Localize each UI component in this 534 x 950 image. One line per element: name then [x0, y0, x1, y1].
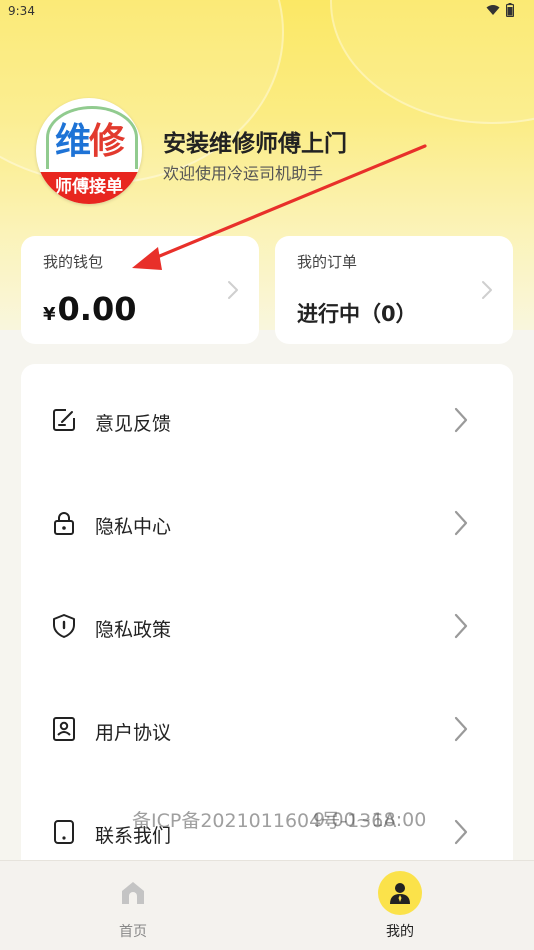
wallet-card[interactable]: 我的钱包 ¥0.00 [21, 236, 259, 344]
chevron-right-icon [482, 281, 492, 299]
avatar-logo-text: 维修 [54, 121, 125, 162]
orders-card[interactable]: 我的订单 进行中（0） [275, 236, 513, 344]
phone-icon [54, 820, 74, 844]
lock-icon [54, 512, 74, 535]
chevron-right-icon [454, 407, 468, 433]
menu-item-label: 隐私中心 [95, 516, 172, 538]
feedback-edit-icon [53, 409, 75, 431]
tab-label: 首页 [119, 924, 147, 940]
wifi-icon [486, 5, 500, 15]
avatar-banner: 师傅接单 [36, 172, 142, 204]
avatar[interactable]: 维修 师傅接单 [36, 98, 142, 204]
chevron-right-icon [454, 716, 468, 742]
user-profile-icon [390, 883, 410, 904]
battery-icon [506, 3, 514, 17]
page-subtitle: 欢迎使用冷运司机助手 [163, 164, 324, 183]
shield-icon [53, 614, 75, 638]
page-title: 安装维修师傅上门 [163, 131, 347, 157]
tab-label: 我的 [386, 924, 414, 940]
service-hours-text: 9:00~18:00 [313, 809, 427, 831]
menu-item-feedback[interactable]: 意见反馈 [21, 370, 513, 460]
tab-home[interactable]: 首页 [73, 861, 193, 950]
tab-icon-container [378, 871, 422, 915]
status-bar: 9:34 [0, 0, 534, 24]
currency-symbol: ¥ [43, 304, 56, 325]
tab-mine[interactable]: 我的 [340, 861, 460, 950]
tab-icon-container [111, 871, 155, 915]
menu-item-user-agreement[interactable]: 用户协议 [21, 679, 513, 769]
chevron-right-icon [454, 819, 468, 845]
menu-item-label: 隐私政策 [95, 619, 172, 641]
bottom-tab-bar: 首页 我的 [0, 860, 534, 950]
menu-item-label: 意见反馈 [95, 413, 172, 435]
menu-item-privacy-center[interactable]: 隐私中心 [21, 473, 513, 563]
status-icons [486, 3, 514, 17]
menu-item-privacy-policy[interactable]: 隐私政策 [21, 576, 513, 666]
status-time: 9:34 [8, 4, 35, 18]
wallet-label: 我的钱包 [43, 253, 104, 271]
user-document-icon [53, 717, 75, 741]
wallet-balance: ¥0.00 [43, 290, 136, 328]
orders-label: 我的订单 [297, 253, 358, 271]
home-icon [122, 882, 144, 904]
chevron-right-icon [454, 613, 468, 639]
wallet-amount: 0.00 [57, 290, 137, 328]
chevron-right-icon [228, 281, 238, 299]
chevron-right-icon [454, 510, 468, 536]
orders-status: 进行中（0） [297, 302, 417, 326]
menu-item-label: 用户协议 [95, 722, 172, 744]
